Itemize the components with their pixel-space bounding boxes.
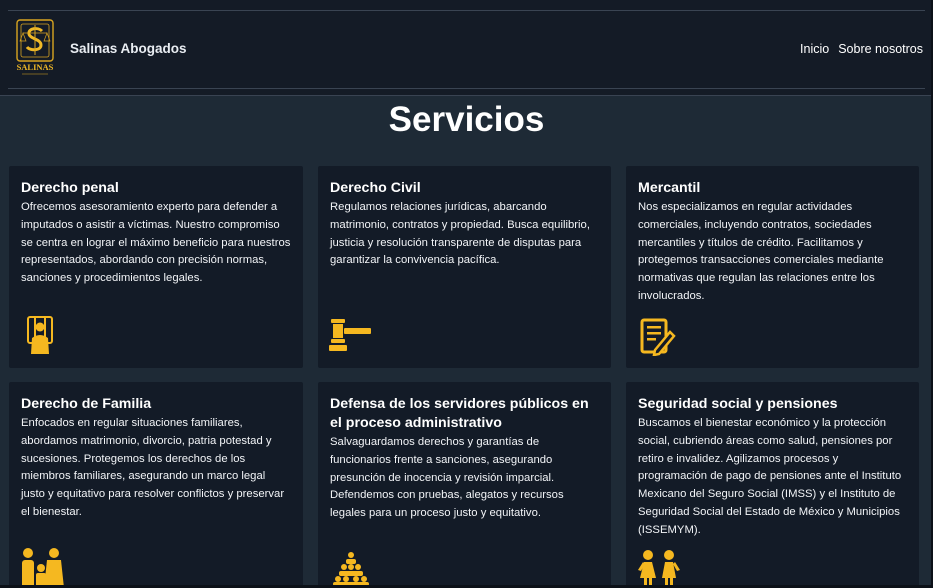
card-text: Ofrecemos asesoramiento experto para def…: [21, 201, 291, 285]
service-card-derecho-penal: Derecho penal Ofrecemos asesoramiento ex…: [9, 166, 303, 368]
card-text: Regulamos relaciones jurídicas, abarcand…: [330, 201, 590, 267]
service-card-derecho-familia: Derecho de Familia Enfocados en regular …: [9, 382, 303, 588]
card-text: Nos especializamos en regular actividade…: [638, 201, 884, 302]
service-card-derecho-civil: Derecho Civil Regulamos relaciones juríd…: [318, 166, 611, 368]
card-title: Defensa de los servidores públicos en el…: [330, 396, 589, 431]
brand-name[interactable]: Salinas Abogados: [70, 41, 187, 56]
nav-link-inicio[interactable]: Inicio: [800, 42, 829, 56]
salinas-logo[interactable]: SALINAS: [14, 19, 56, 77]
card-title: Mercantil: [638, 180, 701, 196]
service-card-mercantil: Mercantil Nos especializamos en regular …: [626, 166, 919, 368]
navbar: SALINAS Salinas Abogados Inicio Sobre no…: [0, 0, 933, 96]
card-title: Derecho de Familia: [21, 396, 152, 412]
navbar-top-border: [8, 10, 925, 11]
card-text: Enfocados en regular situaciones familia…: [21, 417, 285, 518]
nav-link-sobre-nosotros[interactable]: Sobre nosotros: [838, 42, 923, 56]
group-icon: [333, 552, 369, 588]
logo-wordmark: SALINAS: [17, 62, 54, 72]
gavel-icon: [329, 319, 371, 356]
navbar-bottom-border: [8, 88, 925, 89]
family-icon: [19, 548, 64, 588]
card-title: Derecho penal: [21, 180, 119, 196]
card-text: Salvaguardamos derechos y garantías de f…: [330, 436, 564, 520]
nav-links: Inicio Sobre nosotros: [800, 42, 923, 56]
card-title: Seguridad social y pensiones: [638, 396, 838, 412]
service-card-defensa-servidores: Defensa de los servidores públicos en el…: [318, 382, 611, 588]
contract-icon: [640, 318, 676, 361]
service-card-seguridad-social: Seguridad social y pensiones Buscamos el…: [626, 382, 919, 588]
card-title: Derecho Civil: [330, 180, 421, 196]
card-text: Buscamos el bienestar económico y la pro…: [638, 417, 902, 536]
people-icon: [638, 550, 680, 588]
prisoner-icon: [27, 316, 53, 361]
page-title: Servicios: [388, 100, 545, 139]
